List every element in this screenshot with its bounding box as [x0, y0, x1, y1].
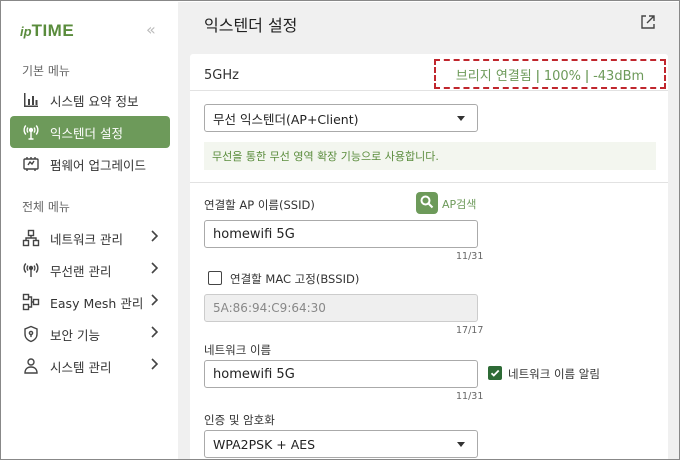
- network-icon: [22, 229, 40, 247]
- sidebar-item-wireless[interactable]: 무선랜 관리: [10, 254, 170, 286]
- sidebar-item-label: 네트워크 관리: [50, 231, 123, 247]
- band-label: 5GHz: [204, 68, 239, 83]
- sidebar-item-firmware-upgrade[interactable]: 펌웨어 업그레이드: [10, 148, 170, 180]
- sidebar-item-network[interactable]: 네트워크 관리: [10, 222, 170, 254]
- extender-mode-value: 무선 익스텐더(AP+Client): [213, 111, 359, 127]
- auth-label: 인증 및 암호화: [204, 413, 275, 427]
- mac-counter: 17/17: [456, 325, 484, 336]
- divider: [190, 90, 668, 91]
- mac-fix-checkbox[interactable]: [208, 271, 222, 285]
- sidebar-item-label: 익스텐더 설정: [50, 125, 123, 141]
- settings-card: 5GHz 브리지 연결됨 ǀ 100% ǀ -43dBm 무선 익스텐더(AP+…: [190, 54, 668, 459]
- firmware-icon: [22, 155, 40, 173]
- announce-network-checkbox[interactable]: [488, 366, 502, 380]
- section-label-basic: 기본 메뉴: [22, 64, 70, 78]
- chevron-right-icon: [150, 230, 159, 246]
- divider: [190, 182, 668, 183]
- bar-chart-icon: [22, 91, 40, 109]
- export-icon[interactable]: [640, 14, 656, 30]
- shield-icon: [22, 325, 40, 343]
- ap-search-button[interactable]: [416, 192, 438, 214]
- auth-select[interactable]: WPA2PSK + AES: [204, 430, 478, 458]
- sidebar: ip TIME « 기본 메뉴 시스템 요약 정보 익스텐더 설정 펌웨어 업그레…: [2, 2, 178, 459]
- iptime-logo: ip TIME: [20, 21, 75, 40]
- main-content: 익스텐더 설정 5GHz 브리지 연결됨 ǀ 100% ǀ -43dBm 무선 …: [178, 2, 679, 459]
- ssid-input[interactable]: homewifi 5G: [204, 220, 478, 248]
- collapse-sidebar-icon[interactable]: «: [146, 20, 156, 39]
- sidebar-item-system[interactable]: 시스템 관리: [10, 350, 170, 382]
- mac-fix-label: 연결할 MAC 고정(BSSID): [230, 272, 360, 286]
- mesh-icon: [22, 293, 40, 311]
- sidebar-item-easy-mesh[interactable]: Easy Mesh 관리: [10, 286, 170, 318]
- chevron-right-icon: [150, 326, 159, 342]
- extender-mode-select[interactable]: 무선 익스텐더(AP+Client): [204, 104, 478, 132]
- sidebar-item-label: 무선랜 관리: [50, 263, 112, 279]
- sidebar-item-label: 보안 기능: [50, 327, 100, 343]
- wireless-tower-icon: [22, 123, 40, 141]
- sidebar-item-label: 시스템 관리: [50, 359, 112, 375]
- sidebar-item-extender-settings[interactable]: 익스텐더 설정: [10, 116, 170, 148]
- page-title: 익스텐더 설정: [204, 16, 298, 35]
- checkmark-icon: [490, 369, 500, 377]
- wireless-icon: [22, 261, 40, 279]
- dropdown-caret-icon: [457, 442, 465, 447]
- ssid-counter: 11/31: [456, 251, 484, 262]
- ap-search-label[interactable]: AP검색: [442, 196, 476, 212]
- chevron-right-icon: [150, 358, 159, 374]
- chevron-right-icon: [150, 262, 159, 278]
- ssid-label: 연결할 AP 이름(SSID): [204, 198, 315, 212]
- app-frame: ip TIME « 기본 메뉴 시스템 요약 정보 익스텐더 설정 펌웨어 업그레…: [0, 0, 680, 460]
- network-name-counter: 11/31: [456, 391, 484, 402]
- mac-input: 5A:86:94:C9:64:30: [204, 294, 478, 322]
- search-icon: [420, 194, 434, 213]
- dropdown-caret-icon: [457, 116, 465, 121]
- system-icon: [22, 357, 40, 375]
- section-label-all: 전체 메뉴: [22, 200, 70, 214]
- network-name-input[interactable]: homewifi 5G: [204, 360, 478, 388]
- sidebar-item-label: Easy Mesh 관리: [50, 295, 144, 311]
- sidebar-item-security[interactable]: 보안 기능: [10, 318, 170, 350]
- auth-value: WPA2PSK + AES: [213, 436, 316, 452]
- network-name-label: 네트워크 이름: [204, 343, 272, 357]
- logo-name: TIME: [31, 21, 75, 40]
- logo-prefix: ip: [20, 24, 32, 39]
- mode-description: 무선을 통한 무선 영역 확장 기능으로 사용합니다.: [204, 142, 656, 170]
- sidebar-item-label: 펌웨어 업그레이드: [50, 157, 146, 173]
- sidebar-item-system-summary[interactable]: 시스템 요약 정보: [10, 84, 170, 116]
- connection-status: 브리지 연결됨 ǀ 100% ǀ -43dBm: [434, 59, 666, 89]
- chevron-right-icon: [150, 294, 159, 310]
- announce-network-label: 네트워크 이름 알림: [508, 367, 600, 381]
- sidebar-item-label: 시스템 요약 정보: [50, 93, 139, 109]
